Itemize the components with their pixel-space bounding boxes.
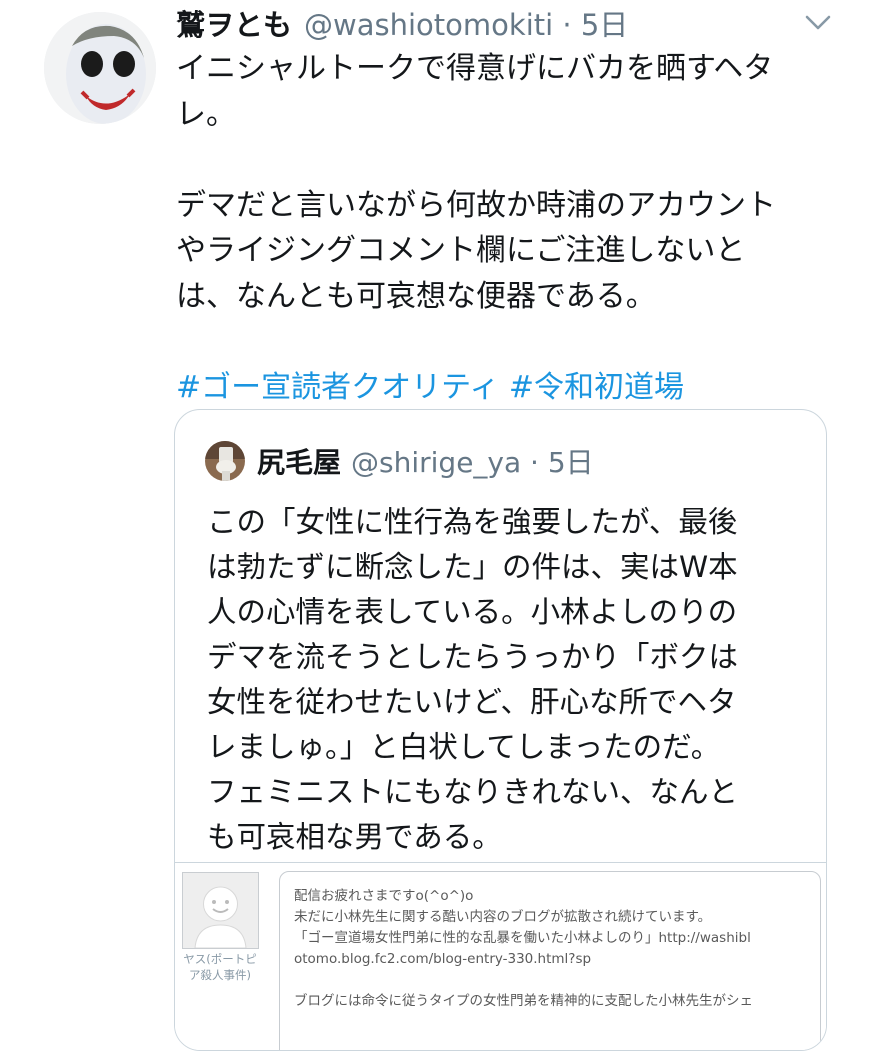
quoted-line: は勃たずに断念した」の件は、実はW本: [207, 550, 738, 584]
tweet-line: は、なんとも可哀想な便器である。: [176, 278, 656, 314]
tweet-line: やライジングコメント欄にご注進しないと: [176, 233, 746, 268]
quoted-author-avatar: [205, 441, 245, 481]
tweet-header: 鷲ヲとも @washiotomokiti · 5日: [176, 0, 628, 46]
chevron-down-icon[interactable]: [803, 10, 833, 34]
hashtag-link[interactable]: #ゴー宣読者クオリティ: [176, 370, 499, 405]
attached-comment-image[interactable]: ヤス(ポートピ ア殺人事件) 配信お疲れさまですo(^o^)o 未だに小林先生に…: [175, 862, 826, 1050]
quoted-author-name: 尻毛屋: [257, 446, 342, 479]
joker-face-avatar-image: [44, 12, 156, 124]
toilet-avatar-image: [205, 441, 245, 481]
quoted-line: も可哀相な男である。: [207, 820, 502, 854]
quoted-line: 女性を従わせたいけど、肝心な所でヘタ: [207, 685, 737, 719]
author-name[interactable]: 鷲ヲとも: [176, 2, 292, 44]
tweet-line: イニシャルトークで得意げにバカを晒すヘタ: [176, 51, 774, 86]
author-avatar[interactable]: [44, 12, 156, 124]
comment-line: otomo.blog.fc2.com/blog-entry-330.html?s…: [294, 951, 592, 967]
comment-bubble: 配信お疲れさまですo(^o^)o 未だに小林先生に関する酷い内容のブログが拡散さ…: [279, 871, 821, 1050]
hashtag-link[interactable]: #令和初道場: [509, 370, 684, 405]
commenter-name: ヤス(ポートピ ア殺人事件): [183, 952, 257, 982]
quoted-line: デマを流そうとしたらうっかり「ボクは: [207, 640, 739, 674]
hashtag-line: #ゴー宣読者クオリティ #令和初道場: [176, 365, 816, 411]
commenter-avatar: [182, 872, 259, 949]
quoted-tweet-card[interactable]: 尻毛屋 @shirige_ya · 5日 この「女性に性行為を強要したが、最後 …: [174, 409, 827, 1051]
comment-line: ブログには命令に従うタイプの女性門弟を精神的に支配した小林先生がシェ: [294, 993, 753, 1009]
quoted-line: 人の心情を表している。小林よしのりの: [207, 595, 738, 629]
quoted-line: レましゅ。」と白状してしまったのだ。: [207, 730, 721, 764]
quoted-tweet-text: この「女性に性行為を強要したが、最後 は勃たずに断念した」の件は、実はW本 人の…: [207, 500, 792, 860]
tweet-line: レ。: [176, 96, 236, 132]
smiley-person-icon: [183, 873, 258, 949]
tweet-line: デマだと言いながら何故か時浦のアカウント: [176, 187, 776, 223]
comment-line: 未だに小林先生に関する酷い内容のブログが拡散され続けています。: [294, 909, 712, 925]
comment-text: 配信お疲れさまですo(^o^)o 未だに小林先生に関する酷い内容のブログが拡散さ…: [294, 886, 814, 1012]
comment-line: 「ゴー宣道場女性門弟に性的な乱暴を働いた小林よしのり」http://washib…: [294, 930, 751, 946]
quoted-line: フェミニストにもなりきれない、なんと: [207, 775, 739, 809]
comment-line: 配信お疲れさまですo(^o^)o: [294, 888, 474, 904]
quoted-tweet-header: 尻毛屋 @shirige_ya · 5日: [205, 440, 594, 482]
quoted-line: この「女性に性行為を強要したが、最後: [207, 505, 738, 539]
tweet-text: イニシャルトークで得意げにバカを晒すヘタ レ。 デマだと言いながら何故か時浦のア…: [176, 46, 816, 410]
quoted-author-handle-time: @shirige_ya · 5日: [351, 446, 594, 479]
author-handle-time[interactable]: @washiotomokiti · 5日: [304, 2, 628, 44]
